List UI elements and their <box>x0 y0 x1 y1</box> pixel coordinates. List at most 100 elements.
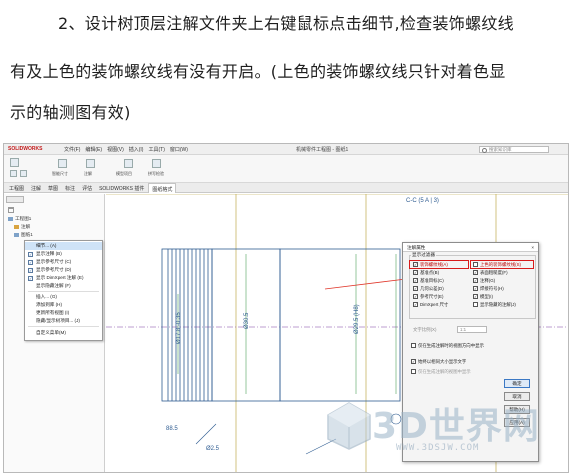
option-weld-symbols[interactable]: ✓ 焊接符号(H) <box>473 286 504 292</box>
close-icon[interactable]: × <box>531 243 534 252</box>
tree-item-sheet[interactable]: 图纸1 <box>14 232 33 238</box>
solidworks-screenshot: SOLIDWORKS 文件(F) 编辑(E) 视图(V) 插入(I) 工具(T)… <box>3 143 569 473</box>
dim-bottom: Ø2.5 <box>206 446 220 452</box>
menu-edit[interactable]: 编辑(E) <box>85 146 102 153</box>
check-icon: ✓ <box>28 252 33 257</box>
menu-item-show-hidden[interactable]: 显示隐藏注解 (F) <box>25 282 102 290</box>
option-datum[interactable]: ✓ 基准点(B) <box>413 270 439 276</box>
filter-icon[interactable] <box>8 207 14 213</box>
checkbox-icon: ✓ <box>473 278 478 283</box>
option-show-hidden[interactable]: 显示隐藏的注解(J) <box>473 302 516 308</box>
menu-item-customize[interactable]: 自定义菜单(M) <box>25 329 102 337</box>
model-items-icon[interactable] <box>124 159 133 168</box>
menu-separator <box>28 326 99 327</box>
menu-view[interactable]: 视图(V) <box>107 146 124 153</box>
command-ribbon: 智能尺寸 注解 模型项目 拼写检验 <box>4 155 568 183</box>
tree-item-drawing[interactable]: 工程图1 <box>8 216 31 222</box>
spell-check-icon[interactable] <box>152 159 161 168</box>
checkbox-icon <box>473 302 478 307</box>
title-bar: SOLIDWORKS 文件(F) 编辑(E) 视图(V) 插入(I) 工具(T)… <box>4 144 568 155</box>
watermark-url: WWW.3DSJW.COM <box>396 443 480 453</box>
highlight-box-cosmetic-thread <box>409 260 469 269</box>
dim-mid: Ø30.5 <box>244 312 250 329</box>
article-line-2: 有及上色的装饰螺纹线有没有开启。(上色的装饰螺纹线只针对着色显 <box>10 62 506 81</box>
tree-item-annotations[interactable]: 注解 <box>14 224 30 230</box>
tab-drawing[interactable]: 工程图 <box>6 183 27 193</box>
checkbox-icon: ✓ <box>413 286 418 291</box>
option-notes[interactable]: ✓ 注释(G) <box>473 278 495 284</box>
menu-item-show-notes[interactable]: ✓ 显示注释 (B) <box>25 250 102 258</box>
menu-item-show-ref-dims-2[interactable]: ✓ 显示参考尺寸 (D) <box>25 266 102 274</box>
option-datum-target[interactable]: ✓ 基准目标(C) <box>413 278 444 284</box>
tab-markup[interactable]: 标注 <box>62 183 78 193</box>
ribbon-label-spell-check: 拼写检验 <box>148 171 164 176</box>
article-line-3: 示的轴测图有效) <box>10 103 131 122</box>
option-model[interactable]: ✓ 模型(I) <box>473 294 493 300</box>
option-gtol[interactable]: ✓ 几何公差(D) <box>413 286 444 292</box>
ribbon-label-annotation: 注解 <box>84 171 92 176</box>
ok-button[interactable]: 确定 <box>504 379 530 388</box>
tree-toolbar[interactable] <box>6 196 24 203</box>
option-ref-dims[interactable]: ✓ 参考尺寸(E) <box>413 294 443 300</box>
checkbox-icon: ✓ <box>413 294 418 299</box>
sheet-icon <box>14 232 19 237</box>
dim-left: Ø17.8 -0.35 <box>176 312 182 344</box>
menu-item-update-views[interactable]: 更新所有视图 (I) <box>25 309 102 317</box>
drawing-icon <box>8 216 13 221</box>
site-watermark: 3D世界网 WWW.3DSJW.COM <box>326 397 541 467</box>
new-file-icon[interactable] <box>10 170 17 177</box>
menu-item-insert[interactable]: 插入... (G) <box>25 293 102 301</box>
tab-addins[interactable]: SOLIDWORKS 插件 <box>96 183 147 193</box>
text-scale-field[interactable]: 1:1 <box>457 326 487 333</box>
open-file-icon[interactable] <box>20 170 27 177</box>
watermark-main-text: 3D世界网 <box>372 406 540 447</box>
option-surface-finish[interactable]: ✓ 表面粗糙度(F) <box>473 270 508 276</box>
checkbox-icon <box>411 343 416 348</box>
dim-angle: 88.5 <box>166 426 178 432</box>
checkbox-icon: ✓ <box>473 294 478 299</box>
folder-icon <box>14 224 19 229</box>
tab-evaluate[interactable]: 评估 <box>79 183 95 193</box>
context-menu: 细节... (A) ✓ 显示注释 (B) ✓ 显示参考尺寸 (C) ✓ 显示参考尺寸 … <box>24 240 103 341</box>
highlight-box-shaded-thread <box>470 260 534 269</box>
dialog-title: 注解属性 <box>403 243 538 252</box>
home-icon[interactable] <box>10 158 19 167</box>
option-view-direction[interactable]: 仅在生成注解时的视图方向中显示 <box>411 343 484 349</box>
search-input[interactable]: 搜索知识库 <box>479 146 549 153</box>
text-scale-label: 文字比例(X) <box>413 327 437 332</box>
command-tabs: 工程图 注解 草图 标注 评估 SOLIDWORKS 插件 图纸格式 <box>4 183 568 193</box>
smart-dimension-icon[interactable] <box>58 159 67 168</box>
checkbox-icon <box>411 369 416 374</box>
menu-item-show-dimxpert[interactable]: ✓ 显示 DimXpert 注解 (E) <box>25 274 102 282</box>
menu-item-details[interactable]: 细节... (A) <box>25 242 102 250</box>
section-label: C-C (5 A | 3) <box>406 198 439 204</box>
app-logo: SOLIDWORKS <box>8 146 43 152</box>
menu-item-add-library[interactable]: 添加到库 (H) <box>25 301 102 309</box>
cube-logo-icon <box>327 402 371 450</box>
menu-insert[interactable]: 插入(I) <box>129 146 144 153</box>
dim-right: Ø29.5 (H8) <box>354 304 360 334</box>
tab-sheet-format[interactable]: 图纸格式 <box>148 183 177 193</box>
check-icon: ✓ <box>28 260 33 265</box>
menu-item-hide-show-tree[interactable]: 隐藏/显示树项目... (J) <box>25 317 102 325</box>
menu-tools[interactable]: 工具(T) <box>148 146 164 153</box>
tab-annotation[interactable]: 注解 <box>28 183 44 193</box>
ribbon-label-model-items: 模型项目 <box>116 171 132 176</box>
menu-file[interactable]: 文件(F) <box>64 146 80 153</box>
menu-bar: 文件(F) 编辑(E) 视图(V) 插入(I) 工具(T) 窗口(W) <box>64 146 188 153</box>
dimension-lines <box>177 254 397 394</box>
check-icon: ✓ <box>28 268 33 273</box>
menu-item-show-ref-dims[interactable]: ✓ 显示参考尺寸 (C) <box>25 258 102 266</box>
red-pointer-line <box>324 278 407 290</box>
checkbox-icon: ✓ <box>413 270 418 275</box>
option-dimxpert[interactable]: ✓ DimXpert 尺寸 <box>413 302 448 308</box>
option-created-view-only[interactable]: 仅在生成注解的视图中显示 <box>411 369 471 375</box>
tab-sketch[interactable]: 草图 <box>45 183 61 193</box>
menu-window[interactable]: 窗口(W) <box>170 146 188 153</box>
annotation-icon[interactable] <box>86 159 95 168</box>
part-outline <box>161 248 401 402</box>
display-filter-label: 显示过滤器 <box>411 252 436 258</box>
checkbox-icon: ✓ <box>413 278 418 283</box>
option-same-size-text[interactable]: ✓ 始终以相同大小显示文字 <box>411 359 466 365</box>
document-title: 机械零件工程图 - 图纸1 <box>296 147 349 153</box>
